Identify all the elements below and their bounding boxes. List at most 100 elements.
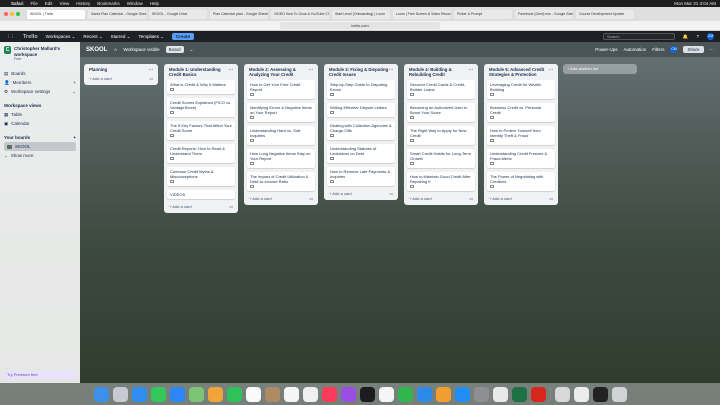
card[interactable]: The 5 Key Factors That Affect Your Credi… [167,121,235,140]
chevron-down-icon[interactable]: ⌄ [190,47,194,53]
browser-tab[interactable]: Plan Calendar plan - Google Sheets [210,9,268,19]
sidebar-item-table[interactable]: ▦ Table [4,110,76,119]
list-title[interactable]: Module 1: Understanding Credit Basics [169,67,229,77]
facetime-icon[interactable] [226,386,242,402]
add-list-button[interactable]: + Add another list [563,64,637,74]
card[interactable]: Smart Credit Habits for Long-Term Growth [407,149,475,168]
pages-icon[interactable] [435,386,451,402]
contacts-icon[interactable] [264,386,280,402]
list-menu-icon[interactable]: ⋯ [229,67,233,77]
maps-icon[interactable] [188,386,204,402]
card[interactable]: Dealing with Collection Agencies & Charg… [327,121,395,140]
card[interactable]: How to Get Your Free Credit Report [247,80,315,99]
menu-templates[interactable]: Templates ⌄ [138,34,164,40]
card[interactable]: Leveraging Credit for Wealth Building [487,80,555,99]
trello-logo[interactable]: Trello [23,34,38,40]
card[interactable]: Business Credit vs. Personal Credit [487,103,555,122]
minimize-window-icon[interactable] [10,12,14,16]
filters-button[interactable]: Filters [652,47,664,52]
more-icon[interactable]: ⋯ [710,47,715,53]
board-title[interactable]: SKOOL [86,47,107,53]
browser-tab[interactable]: Loom | Free Screen & Video Recordi... [393,9,451,19]
visibility-button[interactable]: Workspace visible [123,47,159,52]
list-menu-icon[interactable]: ⋯ [549,67,553,77]
launchpad-icon[interactable] [112,386,128,402]
list-title[interactable]: Module 4: Building & Rebuilding Credit [409,67,469,77]
browser-tab[interactable]: VIDEO How To Grow A YouTube Chan... [271,9,329,19]
card[interactable]: How to Remove Late Payments & Inquiries [327,167,395,186]
member-avatar[interactable]: CM [670,46,678,53]
acrobat-icon[interactable] [530,386,546,402]
list-title[interactable]: Module 5: Advanced Credit Strategies & P… [489,67,549,77]
card-template-icon[interactable]: ▭ [389,191,393,196]
list-menu-icon[interactable]: ⋯ [389,67,393,77]
card[interactable]: The Power of Negotiating with Creditors [487,172,555,191]
star-icon[interactable]: ☆ [113,47,117,53]
card-template-icon[interactable]: ▭ [309,196,313,201]
photos-icon[interactable] [207,386,223,402]
add-member-button[interactable]: + [73,80,76,85]
card[interactable]: What is Credit & Why It Matters [167,80,235,94]
card[interactable]: Understanding Credit Freezes & Fraud Ale… [487,149,555,168]
sidebar-item-boards[interactable]: ▤ Boards [4,69,76,78]
list-menu-icon[interactable]: ⋯ [149,67,153,72]
board-view-button[interactable]: Board [165,46,184,53]
card[interactable]: Understanding Hard vs. Soft Inquiries [247,126,315,145]
safari-icon[interactable] [131,386,147,402]
card[interactable]: How Long Negative Items Stay on Your Rep… [247,149,315,168]
sidebar-item-calendar[interactable]: ▣ Calendar [4,119,76,128]
mail-icon[interactable] [169,386,185,402]
help-icon[interactable]: ? [696,34,699,39]
power-ups-button[interactable]: Power-Ups [595,47,617,52]
url-field[interactable]: trello.com [280,22,440,29]
document-icon[interactable] [592,386,608,402]
browser-tab[interactable]: Start Level (Onboarding) | Loom [332,9,390,19]
list-menu-icon[interactable]: ⋯ [469,67,473,77]
keynote-icon[interactable] [416,386,432,402]
menu-history[interactable]: History [76,1,90,6]
clock[interactable]: Mon Mar 31 3:04 AM [674,1,716,6]
menu-workspaces[interactable]: Workspaces ⌄ [46,34,76,40]
list-title[interactable]: Planning [89,67,107,72]
card[interactable]: Becoming an Authorized User to Boost You… [407,103,475,122]
document-icon[interactable] [573,386,589,402]
card[interactable]: Step-by-Step Guide to Disputing Errors [327,80,395,99]
reminders-icon[interactable] [283,386,299,402]
tv-icon[interactable] [359,386,375,402]
menu-window[interactable]: Window [127,1,143,6]
menu-safari[interactable]: Safari [11,1,24,6]
sidebar-board-skool[interactable]: SKOOL [4,142,76,151]
numbers-icon[interactable] [397,386,413,402]
add-card-button[interactable]: + Add a card ▭ [327,190,395,197]
menu-bookmarks[interactable]: Bookmarks [97,1,120,6]
browser-tab[interactable]: SKOOL - Google Drive [149,9,207,19]
apps-grid-icon[interactable]: ⋮⋮ [6,34,15,40]
trash-icon[interactable] [611,386,627,402]
card[interactable]: VIDEOS [167,190,235,199]
add-card-button[interactable]: + Add a card ▭ [487,195,555,202]
downloads-icon[interactable] [554,386,570,402]
card[interactable]: How to Maintain Good Credit After Repair… [407,172,475,191]
card-template-icon[interactable]: ▭ [229,204,233,209]
notifications-icon[interactable]: 🔔 [683,34,689,40]
menu-recent[interactable]: Recent ⌄ [83,34,102,40]
sidebar-item-settings[interactable]: ⚙ Workspace settings ⌄ [4,87,76,96]
chevron-down-icon[interactable]: ⌄ [72,89,76,95]
show-more-button[interactable]: ⌄ Show more [4,151,76,160]
music-icon[interactable] [321,386,337,402]
card-template-icon[interactable]: ▭ [149,76,153,81]
card[interactable]: Identifying Errors & Negative Items on Y… [247,103,315,122]
menu-help[interactable]: Help [150,1,159,6]
list-title[interactable]: Module 3: Fixing & Disputing Credit Issu… [329,67,389,77]
menu-view[interactable]: View [60,1,70,6]
automation-button[interactable]: Automation [623,47,646,52]
search-input[interactable]: Search [602,33,675,40]
avatar[interactable]: CM [707,33,714,40]
card[interactable]: Understanding Statutes of Limitations on… [327,144,395,163]
add-card-button[interactable]: + Add a card ▭ [247,195,315,202]
add-board-button[interactable]: + [73,133,76,142]
try-premium-button[interactable]: Try Premium free [4,371,76,379]
card[interactable]: Writing Effective Dispute Letters [327,103,395,117]
card[interactable]: Secured Credit Cards & Credit-Builder Lo… [407,80,475,99]
browser-tab[interactable]: Picker & Prompt [454,9,512,19]
